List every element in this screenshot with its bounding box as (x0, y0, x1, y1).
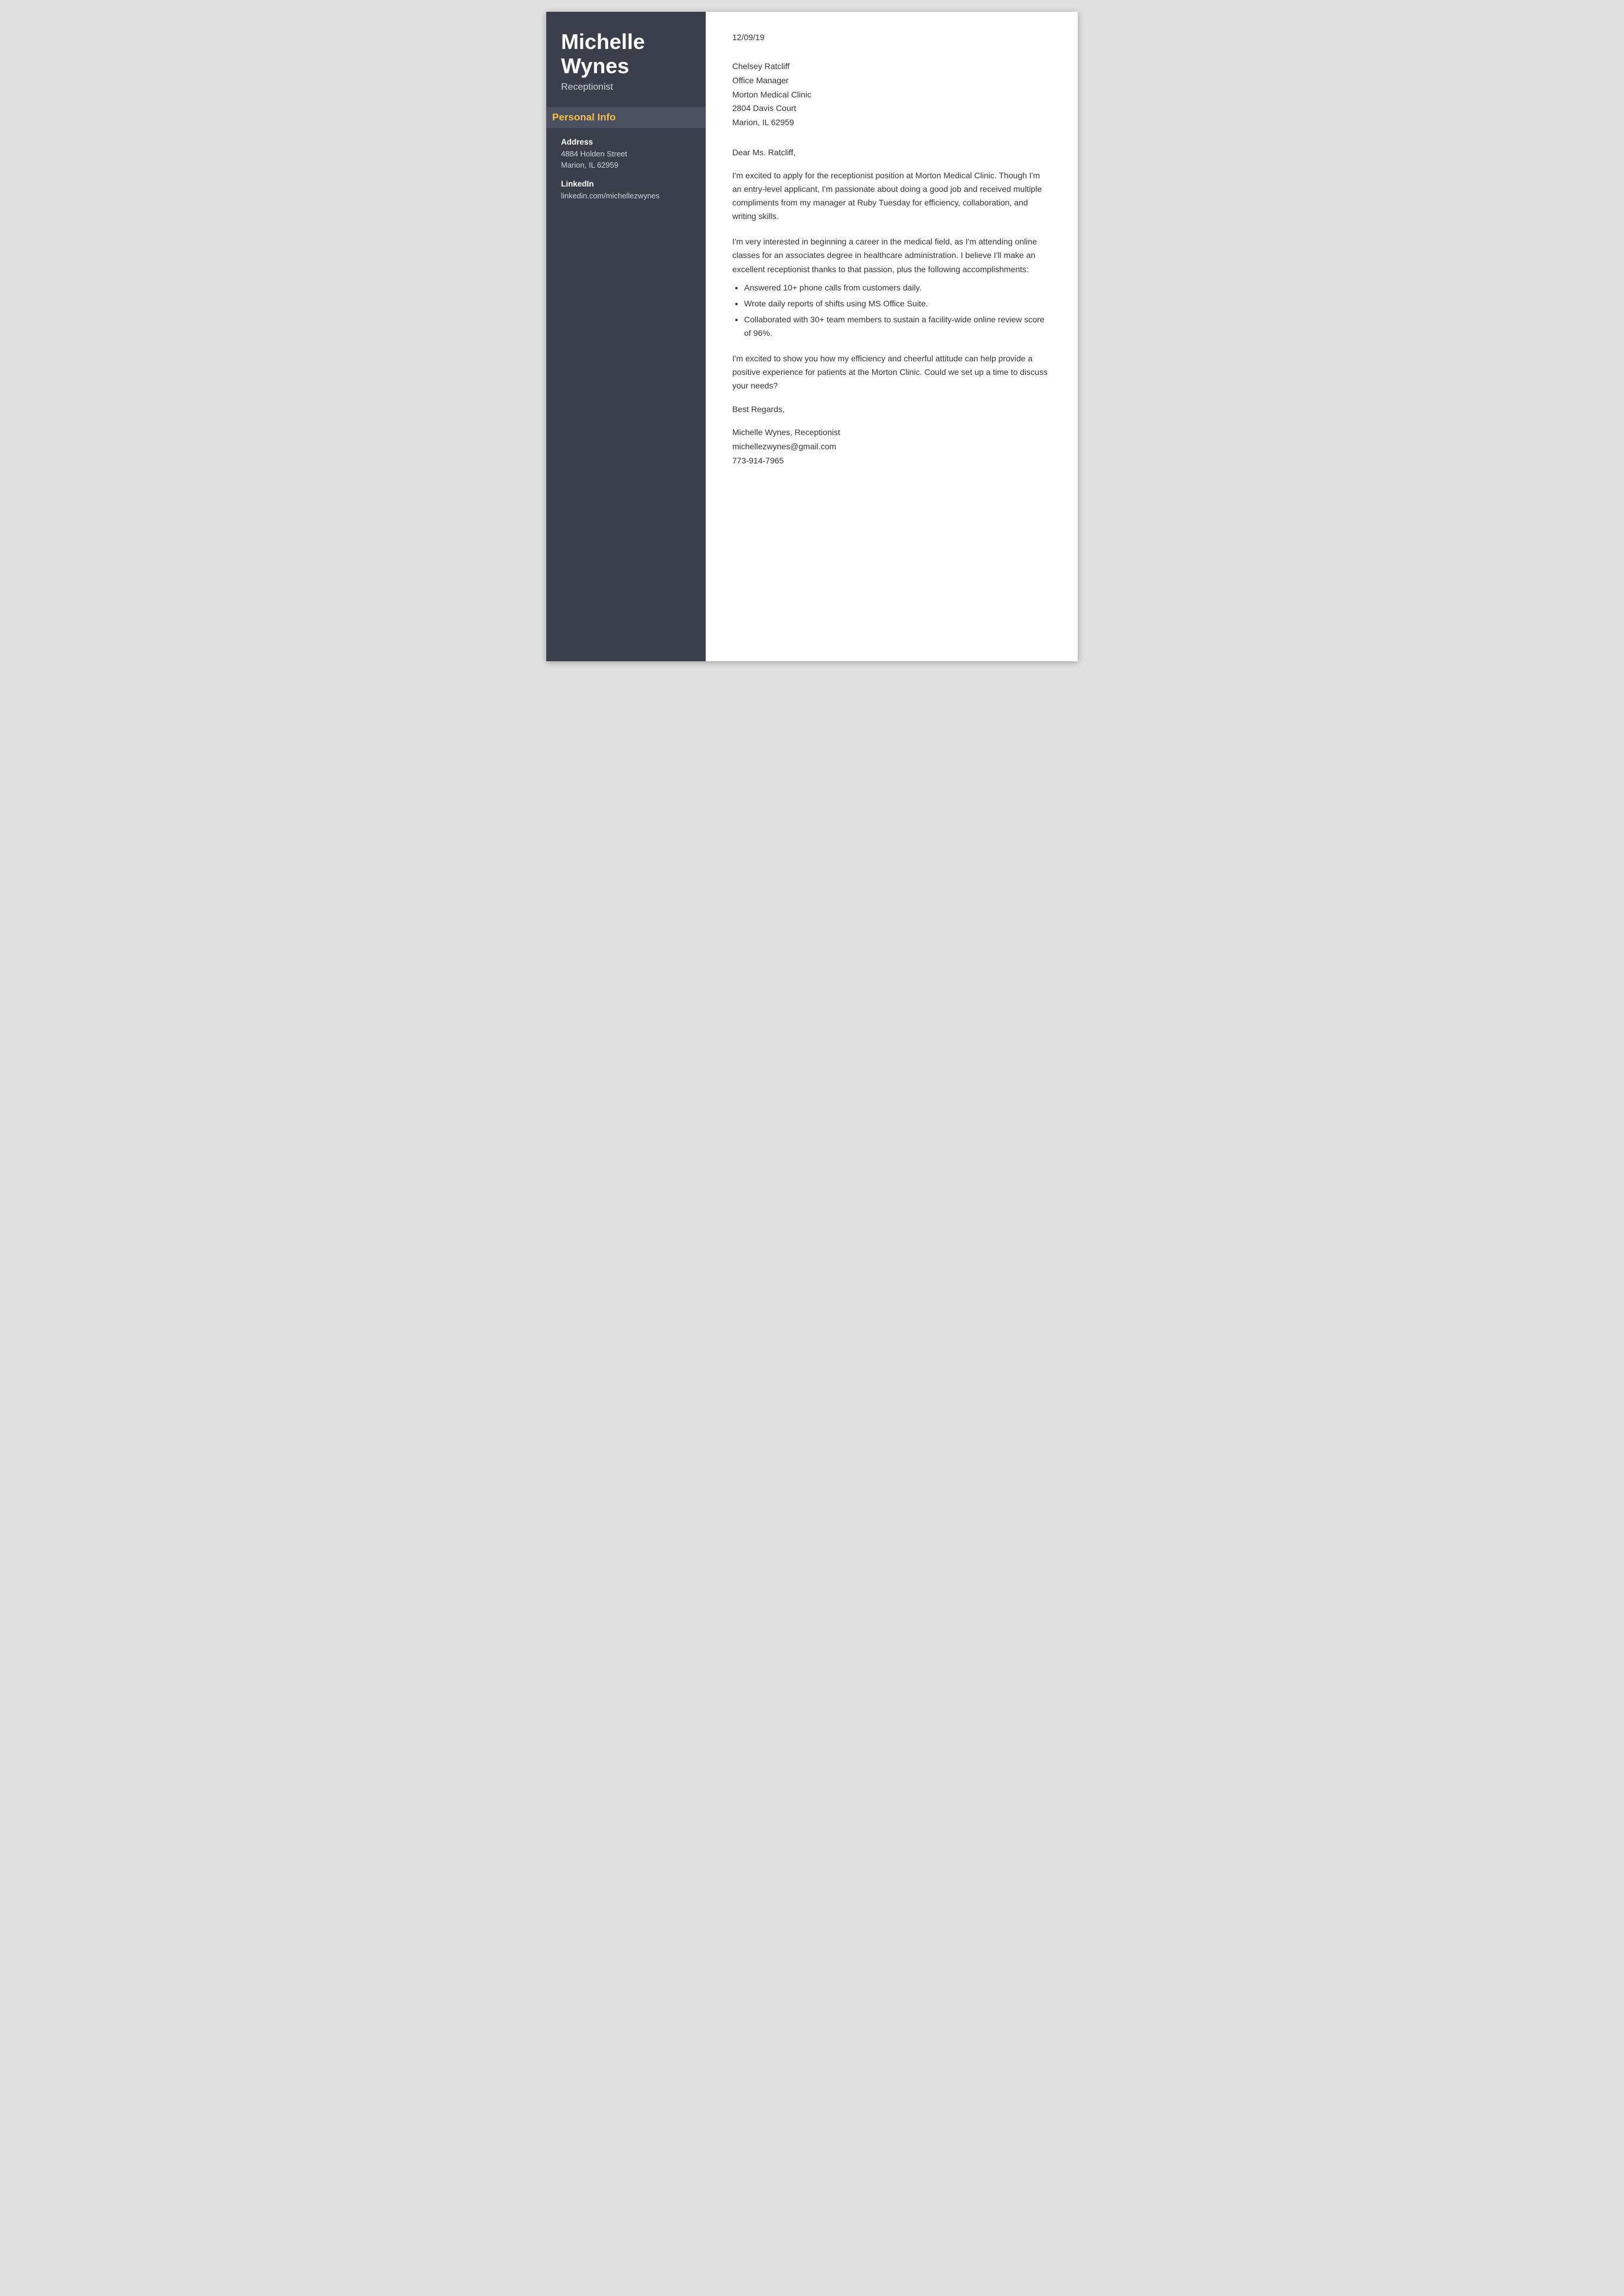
paragraph-1: I'm excited to apply for the receptionis… (732, 169, 1051, 223)
closing: Best Regards, (732, 404, 1051, 414)
signature-block: Michelle Wynes, Receptionist michellezwy… (732, 426, 1051, 468)
applicant-name: Michelle Wynes (561, 30, 691, 79)
paragraph-2-intro: I'm very interested in beginning a caree… (732, 237, 1037, 273)
sig-name: Michelle Wynes, Receptionist (732, 426, 1051, 440)
sig-email: michellezwynes@gmail.com (732, 440, 1051, 454)
personal-info-section-title: Personal Info (546, 107, 706, 128)
address-value: 4884 Holden Street Marion, IL 62959 (561, 148, 691, 171)
recipient-role: Office Manager (732, 74, 1051, 88)
main-content: 12/09/19 Chelsey Ratcliff Office Manager… (706, 12, 1078, 661)
salutation: Dear Ms. Ratcliff, (732, 148, 1051, 157)
sig-phone: 773-914-7965 (732, 454, 1051, 468)
address-label: Address (561, 138, 691, 146)
recipient-name: Chelsey Ratcliff (732, 60, 1051, 74)
letter-date: 12/09/19 (732, 32, 1051, 42)
paragraph-3: I'm excited to show you how my efficienc… (732, 352, 1051, 393)
document: Michelle Wynes Receptionist Personal Inf… (546, 12, 1078, 661)
linkedin-value: linkedin.com/michellezwynes (561, 190, 691, 202)
accomplishments-list: Answered 10+ phone calls from customers … (744, 281, 1051, 340)
paragraph-2-block: I'm very interested in beginning a caree… (732, 235, 1051, 340)
recipient-company: Morton Medical Clinic (732, 88, 1051, 102)
bullet-item-1: Answered 10+ phone calls from customers … (744, 281, 1051, 295)
recipient-address2: Marion, IL 62959 (732, 116, 1051, 130)
bullet-item-2: Wrote daily reports of shifts using MS O… (744, 297, 1051, 311)
recipient-block: Chelsey Ratcliff Office Manager Morton M… (732, 60, 1051, 130)
applicant-title: Receptionist (561, 82, 691, 93)
bullet-item-3: Collaborated with 30+ team members to su… (744, 313, 1051, 340)
recipient-address1: 2804 Davis Court (732, 102, 1051, 116)
linkedin-label: LinkedIn (561, 179, 691, 188)
sidebar: Michelle Wynes Receptionist Personal Inf… (546, 12, 706, 661)
